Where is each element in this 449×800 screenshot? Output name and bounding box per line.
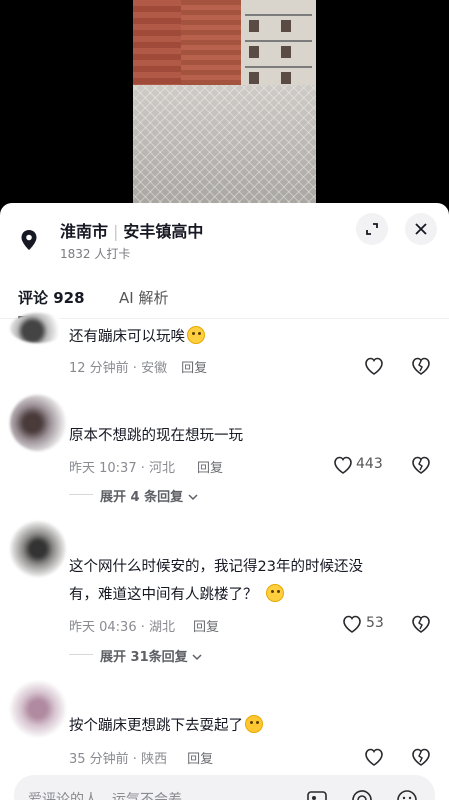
- window: [281, 46, 291, 58]
- comment-body: 还有蹦床可以玩唉: [69, 329, 185, 345]
- tab-comments[interactable]: 评论 928: [18, 287, 85, 308]
- reply-button[interactable]: 回复: [187, 752, 213, 767]
- comment-time: 昨天 04:36 · 湖北: [69, 620, 175, 635]
- tab-ai-analysis[interactable]: AI 解析: [119, 287, 168, 308]
- expand-button[interactable]: [356, 213, 388, 245]
- balcony-rail: [245, 66, 312, 68]
- at-icon[interactable]: [351, 789, 373, 800]
- location-divider: |: [113, 222, 119, 241]
- broken-heart-icon[interactable]: [410, 454, 432, 476]
- tab-comments-label: 评论: [18, 289, 49, 307]
- expand-replies-label: 展开 4 条回复: [100, 490, 184, 505]
- location-pin-icon: [21, 230, 37, 250]
- reply-button[interactable]: 回复: [197, 461, 223, 476]
- brick-building-middle: [181, 0, 241, 95]
- avatar[interactable]: [10, 681, 66, 737]
- comment-body-line1: 这个网什么时候安的，我记得23年的时候还没: [69, 559, 363, 575]
- thinking-emoji: [265, 584, 284, 602]
- comment-input-placeholder: 爱评论的人，运气不会差: [28, 792, 182, 800]
- window: [281, 20, 291, 32]
- window: [249, 72, 259, 84]
- expand-icon: [366, 223, 378, 235]
- expand-replies-button[interactable]: 展开 4 条回复: [100, 486, 198, 505]
- broken-heart-icon[interactable]: [410, 355, 432, 377]
- heart-icon[interactable]: [341, 613, 363, 635]
- expand-divider: [69, 654, 93, 655]
- like-count: 53: [366, 615, 384, 631]
- comment-input[interactable]: 爱评论的人，运气不会差: [14, 775, 435, 800]
- close-button[interactable]: [405, 213, 437, 245]
- comment-meta: 昨天 04:36 · 湖北 回复: [69, 616, 219, 635]
- comment-meta: 昨天 10:37 · 河北 回复: [69, 457, 223, 476]
- window: [249, 20, 259, 32]
- image-icon[interactable]: [306, 789, 328, 800]
- tab-comments-count: 928: [53, 289, 85, 307]
- avatar[interactable]: [10, 395, 66, 451]
- like-count: 443: [356, 456, 383, 472]
- heart-icon[interactable]: [332, 454, 354, 476]
- comment-text: 原本不想跳的现在想玩一玩: [69, 428, 243, 444]
- heart-icon[interactable]: [363, 355, 385, 377]
- comment-meta: 12 分钟前 · 安徽 回复: [69, 357, 207, 376]
- location-title[interactable]: 淮南市 | 安丰镇高中: [60, 218, 203, 242]
- comment-text: 按个蹦床更想跳下去耍起了: [69, 712, 414, 740]
- heart-icon[interactable]: [363, 746, 385, 768]
- tab-bar: 评论 928 AI 解析: [0, 283, 449, 319]
- emoji-icon[interactable]: [396, 789, 418, 800]
- comment-meta: 35 分钟前 · 陕西 回复: [69, 748, 213, 767]
- chevron-down-icon: [188, 494, 198, 501]
- comment-time: 35 分钟前 · 陕西: [69, 752, 168, 767]
- comment-time: 12 分钟前 · 安徽: [69, 361, 168, 376]
- comment-text: 这个网什么时候安的，我记得23年的时候还没 有，难道这中间有人跳楼了？: [69, 553, 414, 609]
- chevron-down-icon: [192, 654, 202, 661]
- expand-replies-button[interactable]: 展开 31条回复: [100, 646, 202, 665]
- broken-heart-icon[interactable]: [410, 613, 432, 635]
- checkin-count: 1832 人打卡: [60, 247, 131, 261]
- comment-body: 按个蹦床更想跳下去耍起了: [69, 718, 243, 734]
- close-icon: [415, 223, 427, 235]
- avatar[interactable]: [10, 521, 66, 577]
- balcony-rail: [245, 14, 312, 16]
- reply-button[interactable]: 回复: [181, 361, 207, 376]
- comment-text: 还有蹦床可以玩唉: [69, 323, 414, 351]
- expand-divider: [69, 494, 93, 495]
- expand-replies-label: 展开 31条回复: [100, 650, 188, 665]
- avatar[interactable]: [10, 313, 66, 343]
- comment-sheet: 淮南市 | 安丰镇高中 1832 人打卡 评论 928 AI 解析 还有蹦床可以玩唉…: [0, 203, 449, 800]
- crying-emoji: [245, 715, 263, 733]
- location-city: 淮南市: [60, 222, 109, 241]
- comment-time: 昨天 10:37 · 河北: [69, 461, 175, 476]
- location-header[interactable]: 淮南市 | 安丰镇高中 1832 人打卡: [0, 203, 449, 273]
- video-area[interactable]: [0, 0, 449, 205]
- safety-net: [133, 85, 316, 205]
- reply-button[interactable]: 回复: [193, 620, 219, 635]
- broken-heart-icon[interactable]: [410, 746, 432, 768]
- smirk-emoji: [187, 326, 205, 344]
- window: [281, 72, 291, 84]
- location-place: 安丰镇高中: [123, 222, 204, 241]
- window: [249, 46, 259, 58]
- balcony-rail: [245, 40, 312, 42]
- video-frame[interactable]: [133, 0, 316, 205]
- comment-body-line2: 有，难道这中间有人跳楼了？: [69, 581, 414, 609]
